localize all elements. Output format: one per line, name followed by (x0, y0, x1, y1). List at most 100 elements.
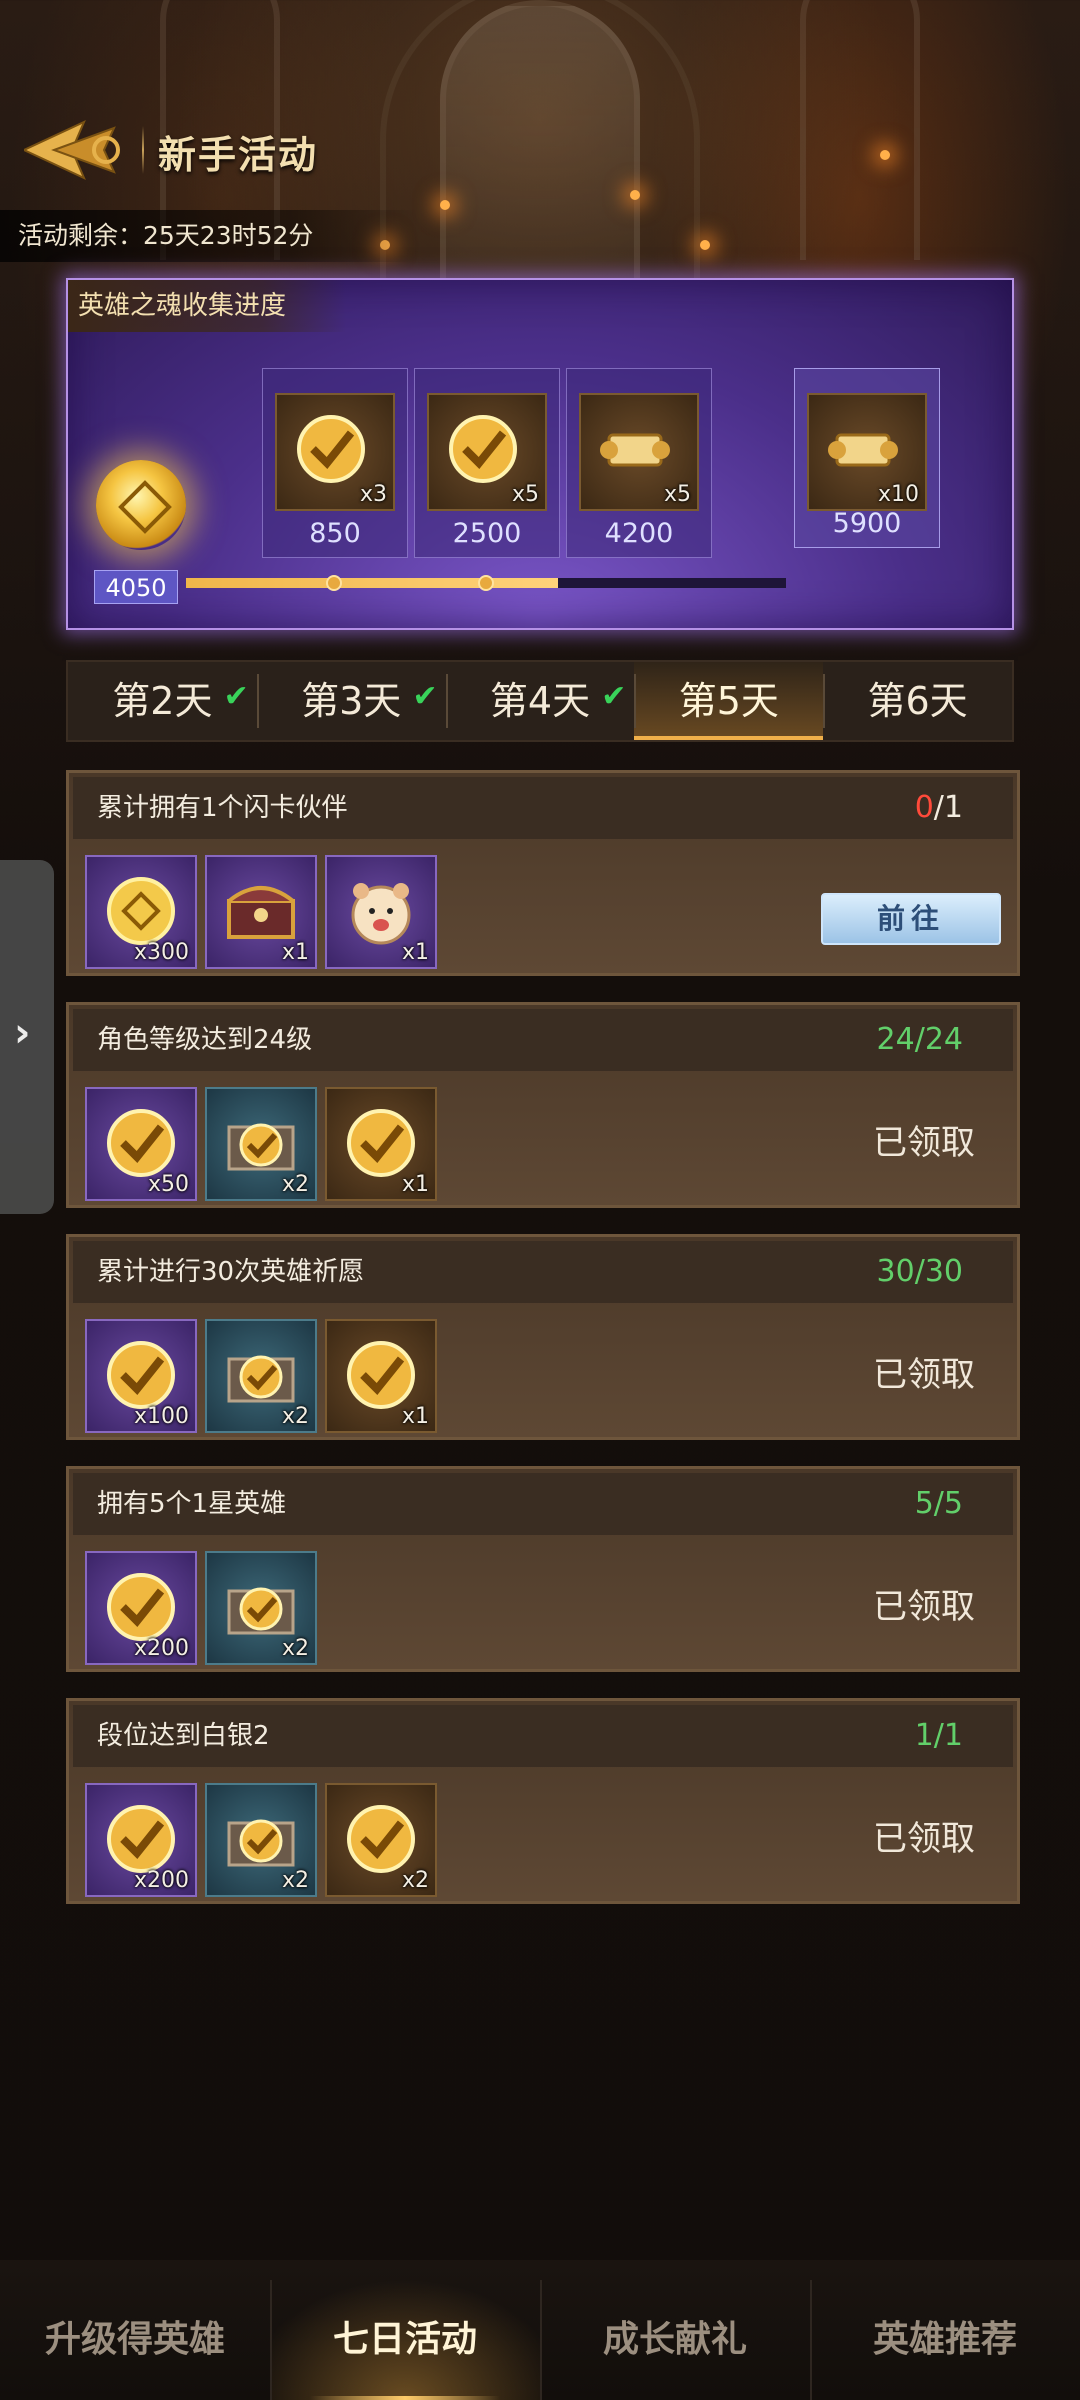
reward-qty: x200 (133, 1636, 189, 1661)
task-card: 拥有5个1星英雄 5/5 x200 x2 已领取 (66, 1466, 1020, 1672)
gold-check-token-icon (107, 1109, 175, 1177)
tab-day-5[interactable]: 第5天 (634, 662, 824, 740)
milestone-reward[interactable]: x3 850 (262, 368, 408, 558)
reward-item[interactable]: x2 (205, 1783, 317, 1897)
reward-item[interactable]: x200 (85, 1551, 197, 1665)
nav-level-up-heroes[interactable]: 升级得英雄 (0, 2260, 270, 2400)
page-title: 新手活动 (158, 133, 319, 177)
tab-label: 第2天 (112, 679, 213, 723)
reward-qty: x5 (663, 482, 691, 507)
milestone-reward[interactable]: x5 2500 (414, 368, 560, 558)
task-progress: 1/1 (915, 1705, 963, 1767)
gold-check-token-icon (297, 415, 365, 483)
chevron-right-icon: › (14, 1010, 31, 1056)
bottom-nav: 升级得英雄 七日活动 成长献礼 英雄推荐 (0, 2260, 1080, 2400)
reward-item[interactable]: x2 (205, 1319, 317, 1433)
progress-current: 5 (914, 1486, 934, 1521)
candle-light (700, 240, 710, 250)
nav-hero-recommend[interactable]: 英雄推荐 (810, 2260, 1080, 2400)
check-chest-icon (227, 1819, 295, 1867)
reward-qty: x200 (133, 1868, 189, 1893)
reward-item[interactable]: x5 (579, 393, 699, 511)
reward-item[interactable]: x5 (427, 393, 547, 511)
gold-check-token-icon (107, 1805, 175, 1873)
back-button[interactable] (21, 118, 136, 182)
reward-qty: x50 (147, 1172, 189, 1197)
nav-seven-day-event[interactable]: 七日活动 (270, 2260, 540, 2400)
candle-light (440, 200, 450, 210)
task-progress: 0/1 (915, 777, 963, 839)
milestone-reward[interactable]: x5 4200 (566, 368, 712, 558)
reward-item[interactable]: x200 (85, 1783, 197, 1897)
reward-item[interactable]: x2 (205, 1087, 317, 1201)
progress-total: /30 (914, 1254, 963, 1289)
reward-qty: x5 (511, 482, 539, 507)
check-chest-icon (227, 1123, 295, 1171)
candle-light (880, 150, 890, 160)
check-chest-icon (227, 1355, 295, 1403)
task-title: 角色等级达到24级 (97, 1025, 313, 1055)
reward-item[interactable]: x1 (325, 855, 437, 969)
milestone-value: 2500 (452, 518, 522, 549)
tab-day-2[interactable]: 第2天 ✔ (68, 662, 257, 740)
tab-day-3[interactable]: 第3天 ✔ (256, 662, 446, 740)
checkmark-icon: ✔ (223, 679, 249, 714)
reward-item[interactable]: x2 (325, 1783, 437, 1897)
reward-item[interactable]: x300 (85, 855, 197, 969)
reward-qty: x3 (359, 482, 387, 507)
reward-item[interactable]: x2 (205, 1551, 317, 1665)
reward-item[interactable]: x50 (85, 1087, 197, 1201)
progress-total: /1 (933, 790, 963, 825)
claimed-status: 已领取 (873, 1819, 975, 1859)
task-header: 拥有5个1星英雄 5/5 (73, 1473, 1013, 1535)
progress-node (326, 575, 342, 591)
hero-soul-icon (107, 877, 175, 945)
task-header: 累计拥有1个闪卡伙伴 0/1 (73, 777, 1013, 839)
reward-item[interactable]: x1 (325, 1087, 437, 1201)
gold-check-token-icon (107, 1573, 175, 1641)
checkmark-icon: ✔ (412, 679, 438, 714)
task-card: 段位达到白银2 1/1 x200 x2 x2 已领取 (66, 1698, 1020, 1904)
progress-bar-fill (186, 578, 558, 588)
progress-current: 0 (914, 790, 934, 825)
hero-soul-icon (96, 460, 186, 550)
reward-item[interactable]: x1 (205, 855, 317, 969)
reward-qty: x1 (401, 940, 429, 965)
reward-item[interactable]: x10 (807, 393, 927, 511)
scroll-icon (600, 433, 670, 467)
goto-button[interactable]: 前往 (821, 893, 1001, 945)
reward-qty: x2 (281, 1636, 309, 1661)
activity-timer: 活动剩余：25天23时52分 (0, 210, 420, 262)
progress-total: /24 (914, 1022, 963, 1057)
task-card: 累计拥有1个闪卡伙伴 0/1 x300 x1 x1 前往 (66, 770, 1020, 976)
reward-qty: x2 (281, 1868, 309, 1893)
task-header: 累计进行30次英雄祈愿 30/30 (73, 1241, 1013, 1303)
task-progress: 24/24 (877, 1009, 963, 1071)
gold-check-token-icon (449, 415, 517, 483)
gold-check-token-icon (347, 1341, 415, 1409)
reward-qty: x1 (401, 1172, 429, 1197)
reward-item[interactable]: x1 (325, 1319, 437, 1433)
reward-qty: x300 (133, 940, 189, 965)
task-title: 累计拥有1个闪卡伙伴 (97, 793, 348, 823)
claimed-status: 已领取 (873, 1355, 975, 1395)
progress-current: 30 (876, 1254, 915, 1289)
progress-current: 24 (876, 1022, 915, 1057)
side-drawer-handle[interactable]: › (0, 860, 54, 1214)
progress-total: /1 (933, 1718, 963, 1753)
nav-growth-gifts[interactable]: 成长献礼 (540, 2260, 810, 2400)
progress-bar (186, 575, 786, 591)
milestone-reward[interactable]: x10 5900 (794, 368, 940, 548)
claimed-status: 已领取 (873, 1123, 975, 1163)
reward-qty: x1 (281, 940, 309, 965)
task-title: 累计进行30次英雄祈愿 (97, 1257, 365, 1287)
gold-check-token-icon (107, 1341, 175, 1409)
milestone-value: 5900 (832, 508, 902, 539)
milestone-value: 850 (309, 518, 361, 549)
tab-day-6[interactable]: 第6天 (823, 662, 1012, 740)
reward-item[interactable]: x100 (85, 1319, 197, 1433)
reward-item[interactable]: x3 (275, 393, 395, 511)
reward-qty: x100 (133, 1404, 189, 1429)
reward-qty: x1 (401, 1404, 429, 1429)
tab-day-4[interactable]: 第4天 ✔ (445, 662, 635, 740)
